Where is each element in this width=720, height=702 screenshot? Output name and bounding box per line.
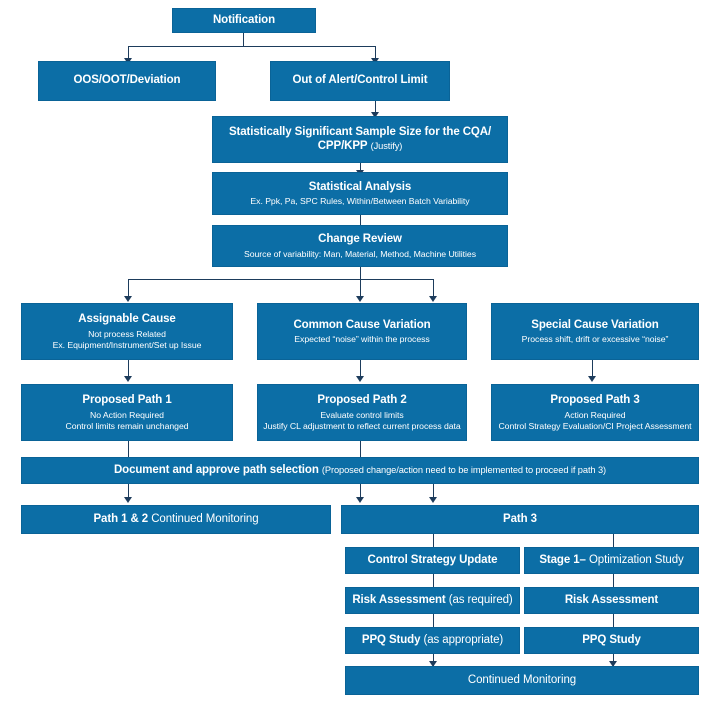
node-assignable-cause[interactable]: Assignable Cause Not process Related Ex.… [21, 303, 233, 360]
node-change-review[interactable]: Change Review Source of variability: Man… [212, 225, 508, 267]
node-oos-oot-deviation-title: OOS/OOT/Deviation [73, 74, 181, 87]
connector-three-way-split [128, 279, 433, 280]
node-sample-size-line2-bold: CPP/KPP [317, 139, 368, 152]
node-ppq-study-left[interactable]: PPQ Study (as appropriate) [345, 627, 520, 654]
node-change-review-title: Change Review [318, 233, 402, 246]
node-control-strategy-update-title: Control Strategy Update [367, 553, 498, 566]
node-common-cause[interactable]: Common Cause Variation Expected “noise” … [257, 303, 467, 360]
node-special-cause-title: Special Cause Variation [531, 318, 659, 331]
node-oos-oot-deviation[interactable]: OOS/OOT/Deviation [38, 61, 216, 101]
connector-path1-to-document [128, 441, 129, 457]
arrowhead-to-path2 [356, 376, 364, 382]
node-proposed-path-3-title: Proposed Path 3 [550, 393, 640, 406]
node-common-cause-line1: Expected “noise” within the process [294, 334, 430, 345]
arrowhead-to-path12 [124, 497, 132, 503]
node-sample-size-justify: (Justify) [370, 140, 403, 151]
flowchart-canvas: Notification OOS/OOT/Deviation Out of Al… [0, 0, 720, 702]
arrowhead-to-path3-b [429, 497, 437, 503]
node-continued-monitoring-title: Continued Monitoring [467, 673, 577, 686]
connector-notification-down [243, 32, 244, 46]
node-assignable-cause-title: Assignable Cause [78, 312, 176, 325]
node-sample-size-line1: Statistically Significant Sample Size fo… [228, 125, 492, 138]
node-proposed-path-1-line1: No Action Required [90, 409, 164, 420]
node-statistical-analysis-title: Statistical Analysis [308, 180, 412, 193]
arrowhead-to-assignable [124, 296, 132, 302]
connector-changereview-down [360, 267, 361, 279]
connector-path2-to-document [360, 441, 361, 457]
node-document-approve-text: Document and approve path selection (Pro… [114, 464, 606, 478]
node-proposed-path-3-line1: Action Required [564, 409, 626, 420]
node-ppq-study-right[interactable]: PPQ Study [524, 627, 699, 654]
node-assignable-cause-line2: Ex. Equipment/Instrument/Set up Issue [52, 339, 202, 350]
node-out-of-alert-title: Out of Alert/Control Limit [292, 74, 428, 87]
arrowhead-to-path1 [124, 376, 132, 382]
node-control-strategy-update[interactable]: Control Strategy Update [345, 547, 520, 574]
connector-path3-to-left-col [433, 534, 434, 547]
connector-risk-to-ppq-right [613, 614, 614, 627]
node-risk-assessment-right[interactable]: Risk Assessment [524, 587, 699, 614]
arrowhead-to-common [356, 296, 364, 302]
node-proposed-path-1-line2: Control limits remain unchanged [65, 420, 189, 431]
node-risk-assessment-left-text: Risk Assessment (as required) [352, 594, 512, 608]
node-document-approve-note: (Proposed change/action need to be imple… [321, 464, 607, 475]
node-path-3-title: Path 3 [503, 512, 537, 525]
node-ppq-study-right-title: PPQ Study [582, 633, 641, 646]
node-special-cause[interactable]: Special Cause Variation Process shift, d… [491, 303, 699, 360]
arrowhead-to-path3 [588, 376, 596, 382]
node-document-approve-bold: Document and approve path selection [113, 463, 319, 476]
node-stage-1-regular: Optimization Study [588, 553, 684, 566]
node-change-review-subtitle: Source of variability: Man, Material, Me… [244, 248, 476, 259]
arrowhead-to-path3-a [356, 497, 364, 503]
node-stage-1-bold: Stage 1– [539, 553, 586, 566]
node-stage-1-text: Stage 1– Optimization Study [539, 554, 683, 568]
node-sample-size-line2: CPP/KPP (Justify) [318, 140, 403, 154]
node-proposed-path-2-title: Proposed Path 2 [317, 393, 407, 406]
node-path-3[interactable]: Path 3 [341, 505, 699, 534]
connector-stage1-to-risk [613, 574, 614, 587]
node-proposed-path-1-title: Proposed Path 1 [82, 393, 172, 406]
node-statistical-analysis-subtitle: Ex. Ppk, Pa, SPC Rules, Within/Between B… [250, 196, 470, 207]
node-proposed-path-2-line1: Evaluate control limits [320, 409, 404, 420]
node-assignable-cause-line1: Not process Related [88, 328, 166, 339]
connector-notification-split [128, 46, 376, 47]
node-risk-assessment-left[interactable]: Risk Assessment (as required) [345, 587, 520, 614]
node-path-1-2[interactable]: Path 1 & 2 Continued Monitoring [21, 505, 331, 534]
node-path-1-2-regular: Continued Monitoring [151, 512, 259, 525]
node-risk-assessment-right-title: Risk Assessment [564, 593, 659, 606]
node-risk-assessment-left-bold: Risk Assessment [352, 593, 446, 606]
node-continued-monitoring[interactable]: Continued Monitoring [345, 666, 699, 695]
arrowhead-to-special [429, 296, 437, 302]
node-ppq-study-left-text: PPQ Study (as appropriate) [362, 634, 503, 648]
node-ppq-study-left-regular: (as appropriate) [423, 633, 504, 646]
node-notification[interactable]: Notification [172, 8, 316, 33]
node-out-of-alert[interactable]: Out of Alert/Control Limit [270, 61, 450, 101]
node-proposed-path-2-line2: Justify CL adjustment to reflect current… [263, 420, 461, 431]
node-special-cause-line1: Process shift, drift or excessive “noise… [521, 334, 669, 345]
node-stage-1[interactable]: Stage 1– Optimization Study [524, 547, 699, 574]
node-statistical-analysis[interactable]: Statistical Analysis Ex. Ppk, Pa, SPC Ru… [212, 172, 508, 215]
node-risk-assessment-left-regular: (as required) [448, 593, 513, 606]
connector-csu-to-risk [433, 574, 434, 587]
node-path-1-2-text: Path 1 & 2 Continued Monitoring [93, 513, 258, 527]
node-proposed-path-3-line2: Control Strategy Evaluation/CI Project A… [498, 420, 692, 431]
node-document-approve[interactable]: Document and approve path selection (Pro… [21, 457, 699, 484]
node-proposed-path-1[interactable]: Proposed Path 1 No Action Required Contr… [21, 384, 233, 441]
node-notification-title: Notification [212, 13, 276, 26]
node-common-cause-title: Common Cause Variation [293, 318, 431, 331]
node-proposed-path-2[interactable]: Proposed Path 2 Evaluate control limits … [257, 384, 467, 441]
connector-risk-to-ppq [433, 614, 434, 627]
node-proposed-path-3[interactable]: Proposed Path 3 Action Required Control … [491, 384, 699, 441]
node-sample-size[interactable]: Statistically Significant Sample Size fo… [212, 116, 508, 163]
node-ppq-study-left-bold: PPQ Study [361, 633, 421, 646]
connector-path3-to-right-col [613, 534, 614, 547]
node-path-1-2-bold: Path 1 & 2 [93, 512, 149, 525]
